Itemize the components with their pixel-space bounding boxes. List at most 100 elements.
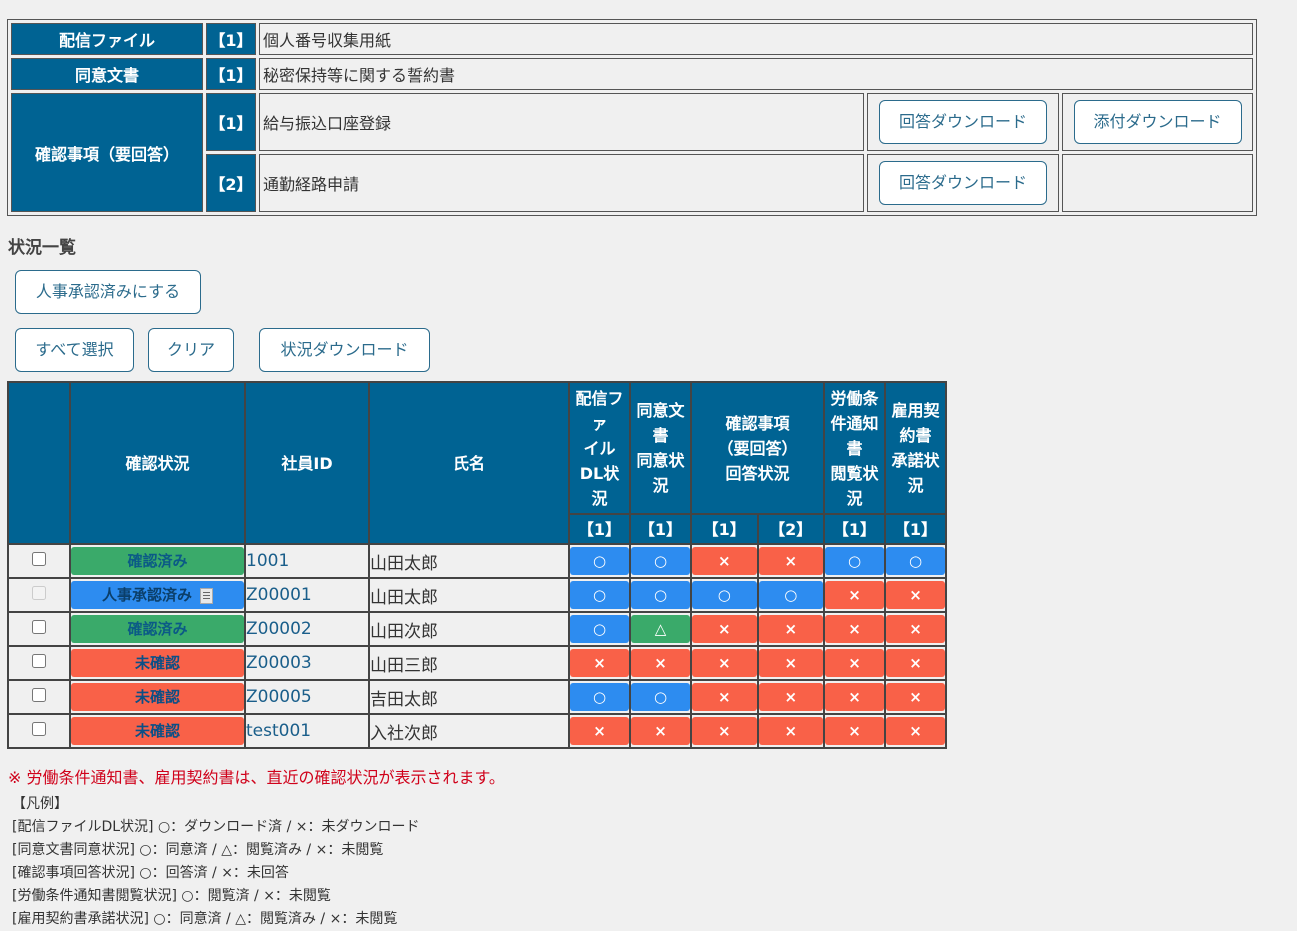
- status-mark: ○: [631, 581, 690, 609]
- status-mark: ○: [825, 547, 884, 575]
- note-text: ※ 労働条件通知書、雇用契約書は、直近の確認状況が表示されます。: [8, 768, 505, 787]
- status-mark: ×: [758, 547, 823, 575]
- status-mark: ○: [886, 547, 945, 575]
- legend: 【凡例】 [配信ファイルDL状況] ○：ダウンロード済 / ×：未ダウンロード …: [12, 793, 420, 931]
- employee-id[interactable]: Z00002: [244, 611, 370, 647]
- legend-line: [配信ファイルDL状況] ○：ダウンロード済 / ×：未ダウンロード: [12, 819, 420, 835]
- legend-line: [雇用契約書承諾状況] ○：同意済 / △：閲覧済み / ×：未閲覧: [12, 911, 398, 927]
- status-mark: ×: [570, 649, 629, 677]
- info-num: 【1】: [206, 23, 256, 55]
- row-checkbox[interactable]: [32, 688, 46, 702]
- status-mark: ○: [631, 683, 690, 711]
- employee-id[interactable]: 1001: [244, 543, 370, 579]
- clear-button[interactable]: クリア: [148, 328, 234, 372]
- status-mark: ×: [886, 581, 945, 609]
- info-value-confirm-1: 給与振込口座登録: [259, 93, 864, 151]
- answer-download-button[interactable]: 回答ダウンロード: [879, 161, 1047, 205]
- status-mark: ○: [692, 581, 757, 609]
- status-mark: ×: [570, 717, 629, 745]
- select-all-button[interactable]: すべて選択: [15, 328, 134, 372]
- status-badge: 人事承認済み: [71, 581, 244, 609]
- answer-download-button[interactable]: 回答ダウンロード: [879, 100, 1047, 144]
- status-mark: ×: [692, 683, 757, 711]
- status-download-button[interactable]: 状況ダウンロード: [259, 328, 430, 372]
- status-mark: ×: [758, 615, 823, 643]
- status-mark: ×: [886, 683, 945, 711]
- distribution-info-table: 配信ファイル 【1】 個人番号収集用紙 同意文書 【1】 秘密保持等に関する誓約…: [7, 19, 1257, 216]
- status-mark: ×: [825, 717, 884, 745]
- status-mark: ○: [570, 615, 629, 643]
- employee-name: 山田三郎: [368, 645, 570, 681]
- employee-id[interactable]: Z00001: [244, 577, 370, 613]
- employee-id[interactable]: test001: [244, 713, 370, 749]
- status-mark: ×: [631, 717, 690, 745]
- table-row: 確認済み Z00002 山田次郎 ○ △ × × × ×: [7, 611, 947, 647]
- table-row: 未確認 Z00005 吉田太郎 ○ ○ × × × ×: [7, 679, 947, 715]
- status-badge-label: 未確認: [134, 688, 180, 706]
- status-badge-label: 人事承認済み: [101, 586, 192, 604]
- row-checkbox[interactable]: [32, 620, 46, 634]
- info-num: 【1】: [206, 93, 256, 151]
- status-mark: ×: [758, 649, 823, 677]
- status-badge: 未確認: [71, 683, 244, 711]
- employee-name: 山田次郎: [368, 611, 570, 647]
- status-mark: ×: [825, 581, 884, 609]
- checkbox-column-header: [7, 381, 71, 545]
- row-checkbox: [32, 586, 46, 600]
- document-icon[interactable]: [200, 587, 213, 604]
- status-badge-label: 未確認: [134, 654, 180, 672]
- status-mark: ○: [631, 547, 690, 575]
- legend-line: [確認事項回答状況] ○：回答済 / ×：未回答: [12, 865, 289, 881]
- status-mark: ×: [692, 615, 757, 643]
- status-badge-label: 確認済み: [127, 620, 188, 638]
- status-mark: ×: [825, 649, 884, 677]
- employee-id[interactable]: Z00005: [244, 679, 370, 715]
- col-consent-status: 同意文 書 同意状 況: [629, 381, 692, 515]
- section-title: 状況一覧: [8, 238, 76, 258]
- approve-hr-button[interactable]: 人事承認済みにする: [15, 270, 201, 314]
- col-emp-id: 社員ID: [244, 381, 370, 545]
- employee-id[interactable]: Z00003: [244, 645, 370, 681]
- status-mark: ×: [886, 615, 945, 643]
- col-labor-status: 労働条 件通知 書 閲覧状 況: [823, 381, 886, 515]
- employee-name: 入社次郎: [368, 713, 570, 749]
- subheader-num: 【1】: [629, 513, 692, 545]
- row-checkbox[interactable]: [32, 654, 46, 668]
- table-row: 人事承認済み Z00001 山田太郎 ○ ○ ○ ○ × ×: [7, 577, 947, 613]
- subheader-num: 【1】: [690, 513, 759, 545]
- info-value-consent: 秘密保持等に関する誓約書: [259, 58, 1253, 90]
- status-badge: 確認済み: [71, 547, 244, 575]
- status-mark: ×: [825, 683, 884, 711]
- employee-name: 山田太郎: [368, 543, 570, 579]
- status-mark: ×: [758, 683, 823, 711]
- info-header-consent: 同意文書: [11, 58, 203, 90]
- status-mark: ○: [758, 581, 823, 609]
- status-mark: △: [631, 615, 690, 643]
- legend-line: [労働条件通知書閲覧状況] ○：閲覧済 / ×：未閲覧: [12, 888, 331, 904]
- status-table: 確認状況 社員ID 氏名 配信ファ イル DL状 況 同意文 書 同意状 況 確…: [7, 381, 947, 749]
- status-badge: 未確認: [71, 649, 244, 677]
- info-header-confirm: 確認事項（要回答）: [11, 93, 203, 212]
- status-badge-label: 確認済み: [127, 552, 188, 570]
- info-num: 【1】: [206, 58, 256, 90]
- subheader-num: 【1】: [884, 513, 947, 545]
- status-mark: ×: [631, 649, 690, 677]
- row-checkbox[interactable]: [32, 722, 46, 736]
- status-mark: ○: [570, 683, 629, 711]
- subheader-num: 【1】: [568, 513, 631, 545]
- legend-title: 【凡例】: [12, 796, 68, 812]
- employee-name: 吉田太郎: [368, 679, 570, 715]
- status-mark: ×: [692, 717, 757, 745]
- subheader-num: 【1】: [823, 513, 886, 545]
- attachment-download-button[interactable]: 添付ダウンロード: [1073, 100, 1242, 144]
- col-name: 氏名: [368, 381, 570, 545]
- legend-line: [同意文書同意状況] ○：同意済 / △：閲覧済み / ×：未閲覧: [12, 842, 384, 858]
- status-mark: ×: [825, 615, 884, 643]
- empty-cell: [1062, 154, 1253, 212]
- status-mark: ×: [758, 717, 823, 745]
- col-confirm-status: 確認事項 （要回答） 回答状況: [690, 381, 825, 515]
- info-header-file: 配信ファイル: [11, 23, 203, 55]
- table-row: 未確認 test001 入社次郎 × × × × × ×: [7, 713, 947, 749]
- status-mark: ○: [570, 547, 629, 575]
- row-checkbox[interactable]: [32, 552, 46, 566]
